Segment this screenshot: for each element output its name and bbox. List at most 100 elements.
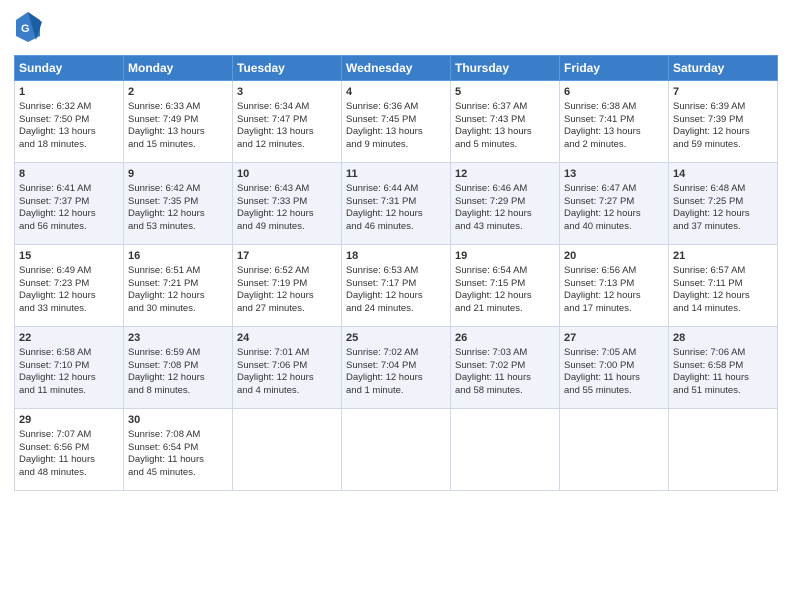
daylight-line1: Daylight: 12 hours xyxy=(455,290,532,301)
daylight-line2: and 55 minutes. xyxy=(564,385,632,396)
sunrise-line: Sunrise: 7:07 AM xyxy=(19,429,91,440)
day-number: 4 xyxy=(346,85,446,100)
logo-icon: G xyxy=(14,10,42,49)
daylight-line1: Daylight: 12 hours xyxy=(673,126,750,137)
daylight-line1: Daylight: 12 hours xyxy=(19,290,96,301)
header-sunday: Sunday xyxy=(15,56,124,81)
daylight-line2: and 18 minutes. xyxy=(19,139,87,150)
day-number: 7 xyxy=(673,85,773,100)
calendar-cell xyxy=(233,409,342,491)
day-number: 16 xyxy=(128,249,228,264)
daylight-line1: Daylight: 12 hours xyxy=(673,208,750,219)
calendar-cell: 19Sunrise: 6:54 AMSunset: 7:15 PMDayligh… xyxy=(451,245,560,327)
sunrise-line: Sunrise: 6:36 AM xyxy=(346,101,418,112)
day-number: 15 xyxy=(19,249,119,264)
calendar-cell: 17Sunrise: 6:52 AMSunset: 7:19 PMDayligh… xyxy=(233,245,342,327)
calendar-cell: 30Sunrise: 7:08 AMSunset: 6:54 PMDayligh… xyxy=(124,409,233,491)
daylight-line2: and 9 minutes. xyxy=(346,139,408,150)
calendar-cell: 2Sunrise: 6:33 AMSunset: 7:49 PMDaylight… xyxy=(124,81,233,163)
calendar-cell: 20Sunrise: 6:56 AMSunset: 7:13 PMDayligh… xyxy=(560,245,669,327)
daylight-line2: and 59 minutes. xyxy=(673,139,741,150)
sunset-line: Sunset: 6:58 PM xyxy=(673,360,743,371)
sunrise-line: Sunrise: 6:46 AM xyxy=(455,183,527,194)
sunset-line: Sunset: 7:27 PM xyxy=(564,196,634,207)
sunset-line: Sunset: 7:17 PM xyxy=(346,278,416,289)
calendar-cell: 23Sunrise: 6:59 AM Sunset: 7:08 PMDayligh… xyxy=(124,327,233,409)
daylight-line1: Daylight: 13 hours xyxy=(455,126,532,137)
daylight-line2: and 51 minutes. xyxy=(673,385,741,396)
day-number: 9 xyxy=(128,167,228,182)
sunrise-line: Sunrise: 6:48 AM xyxy=(673,183,745,194)
daylight-line1: Daylight: 11 hours xyxy=(128,454,204,465)
calendar-header: G xyxy=(14,10,778,49)
sunset-line: Sunset: 7:29 PM xyxy=(455,196,525,207)
day-number: 1 xyxy=(19,85,119,100)
sunrise-line: Sunrise: 6:42 AM xyxy=(128,183,200,194)
sunset-line: Sunset: 7:37 PM xyxy=(19,196,89,207)
day-number: 17 xyxy=(237,249,337,264)
daylight-line1: Daylight: 12 hours xyxy=(673,290,750,301)
sunrise-line: Sunrise: 7:02 AM xyxy=(346,347,418,358)
calendar-week-row: 22Sunrise: 6:58 AMSunset: 7:10 PMDayligh… xyxy=(15,327,778,409)
sunrise-line: Sunrise: 6:49 AM xyxy=(19,265,91,276)
daylight-line2: and 53 minutes. xyxy=(128,221,196,232)
header-friday: Friday xyxy=(560,56,669,81)
daylight-line2: and 11 minutes. xyxy=(19,385,86,396)
sunset-line: Sunset: 7:41 PM xyxy=(564,114,634,125)
daylight-line1: Daylight: 11 hours xyxy=(673,372,749,383)
calendar-cell: 1Sunrise: 6:32 AMSunset: 7:50 PMDaylight… xyxy=(15,81,124,163)
sunset-line: Sunset: 7:43 PM xyxy=(455,114,525,125)
day-number: 23 xyxy=(128,331,228,346)
daylight-line1: Daylight: 12 hours xyxy=(346,290,423,301)
calendar-cell: 29Sunrise: 7:07 AMSunset: 6:56 PMDayligh… xyxy=(15,409,124,491)
sunset-line: Sunset: 7:47 PM xyxy=(237,114,307,125)
sunrise-line: Sunrise: 6:54 AM xyxy=(455,265,527,276)
daylight-line1: Daylight: 12 hours xyxy=(19,208,96,219)
sunrise-line: Sunrise: 6:59 AM xyxy=(128,347,200,358)
daylight-line2: and 5 minutes. xyxy=(455,139,517,150)
day-number: 2 xyxy=(128,85,228,100)
calendar-cell: 13Sunrise: 6:47 AMSunset: 7:27 PMDayligh… xyxy=(560,163,669,245)
day-number: 28 xyxy=(673,331,773,346)
daylight-line2: and 46 minutes. xyxy=(346,221,414,232)
sunset-line: Sunset: 7:11 PM xyxy=(673,278,743,289)
daylight-line1: Daylight: 12 hours xyxy=(19,372,96,383)
daylight-line1: Daylight: 12 hours xyxy=(346,372,423,383)
sunset-line: Sunset: 7:06 PM xyxy=(237,360,307,371)
sunset-line: Sunset: 7:49 PM xyxy=(128,114,198,125)
sunset-line: Sunset: 7:08 PM xyxy=(128,360,198,371)
daylight-line2: and 15 minutes. xyxy=(128,139,196,150)
calendar-cell: 3Sunrise: 6:34 AMSunset: 7:47 PMDaylight… xyxy=(233,81,342,163)
daylight-line1: Daylight: 12 hours xyxy=(346,208,423,219)
header-wednesday: Wednesday xyxy=(342,56,451,81)
calendar-container: G SundayMondayTuesdayWednesdayThursdayFr… xyxy=(0,0,792,501)
calendar-header-row: SundayMondayTuesdayWednesdayThursdayFrid… xyxy=(15,56,778,81)
calendar-cell: 22Sunrise: 6:58 AMSunset: 7:10 PMDayligh… xyxy=(15,327,124,409)
daylight-line2: and 17 minutes. xyxy=(564,303,632,314)
calendar-week-row: 1Sunrise: 6:32 AMSunset: 7:50 PMDaylight… xyxy=(15,81,778,163)
calendar-cell: 6Sunrise: 6:38 AMSunset: 7:41 PMDaylight… xyxy=(560,81,669,163)
daylight-line2: and 8 minutes. xyxy=(128,385,190,396)
calendar-week-row: 29Sunrise: 7:07 AMSunset: 6:56 PMDayligh… xyxy=(15,409,778,491)
calendar-cell xyxy=(342,409,451,491)
calendar-cell: 24Sunrise: 7:01 AMSunset: 7:06 PMDayligh… xyxy=(233,327,342,409)
calendar-cell: 21Sunrise: 6:57 AMSunset: 7:11 PMDayligh… xyxy=(669,245,778,327)
sunrise-line: Sunrise: 7:01 AM xyxy=(237,347,309,358)
sunrise-line: Sunrise: 6:39 AM xyxy=(673,101,745,112)
sunset-line: Sunset: 7:35 PM xyxy=(128,196,198,207)
day-number: 27 xyxy=(564,331,664,346)
calendar-cell: 4Sunrise: 6:36 AMSunset: 7:45 PMDaylight… xyxy=(342,81,451,163)
day-number: 12 xyxy=(455,167,555,182)
sunrise-line: Sunrise: 7:03 AM xyxy=(455,347,527,358)
sunrise-line: Sunrise: 6:53 AM xyxy=(346,265,418,276)
sunset-line: Sunset: 7:50 PM xyxy=(19,114,89,125)
daylight-line1: Daylight: 12 hours xyxy=(564,208,641,219)
daylight-line2: and 1 minute. xyxy=(346,385,404,396)
daylight-line2: and 2 minutes. xyxy=(564,139,626,150)
calendar-cell: 11Sunrise: 6:44 AMSunset: 7:31 PMDayligh… xyxy=(342,163,451,245)
daylight-line1: Daylight: 13 hours xyxy=(346,126,423,137)
daylight-line1: Daylight: 12 hours xyxy=(128,372,205,383)
daylight-line2: and 37 minutes. xyxy=(673,221,741,232)
day-number: 10 xyxy=(237,167,337,182)
sunrise-line: Sunrise: 7:06 AM xyxy=(673,347,745,358)
